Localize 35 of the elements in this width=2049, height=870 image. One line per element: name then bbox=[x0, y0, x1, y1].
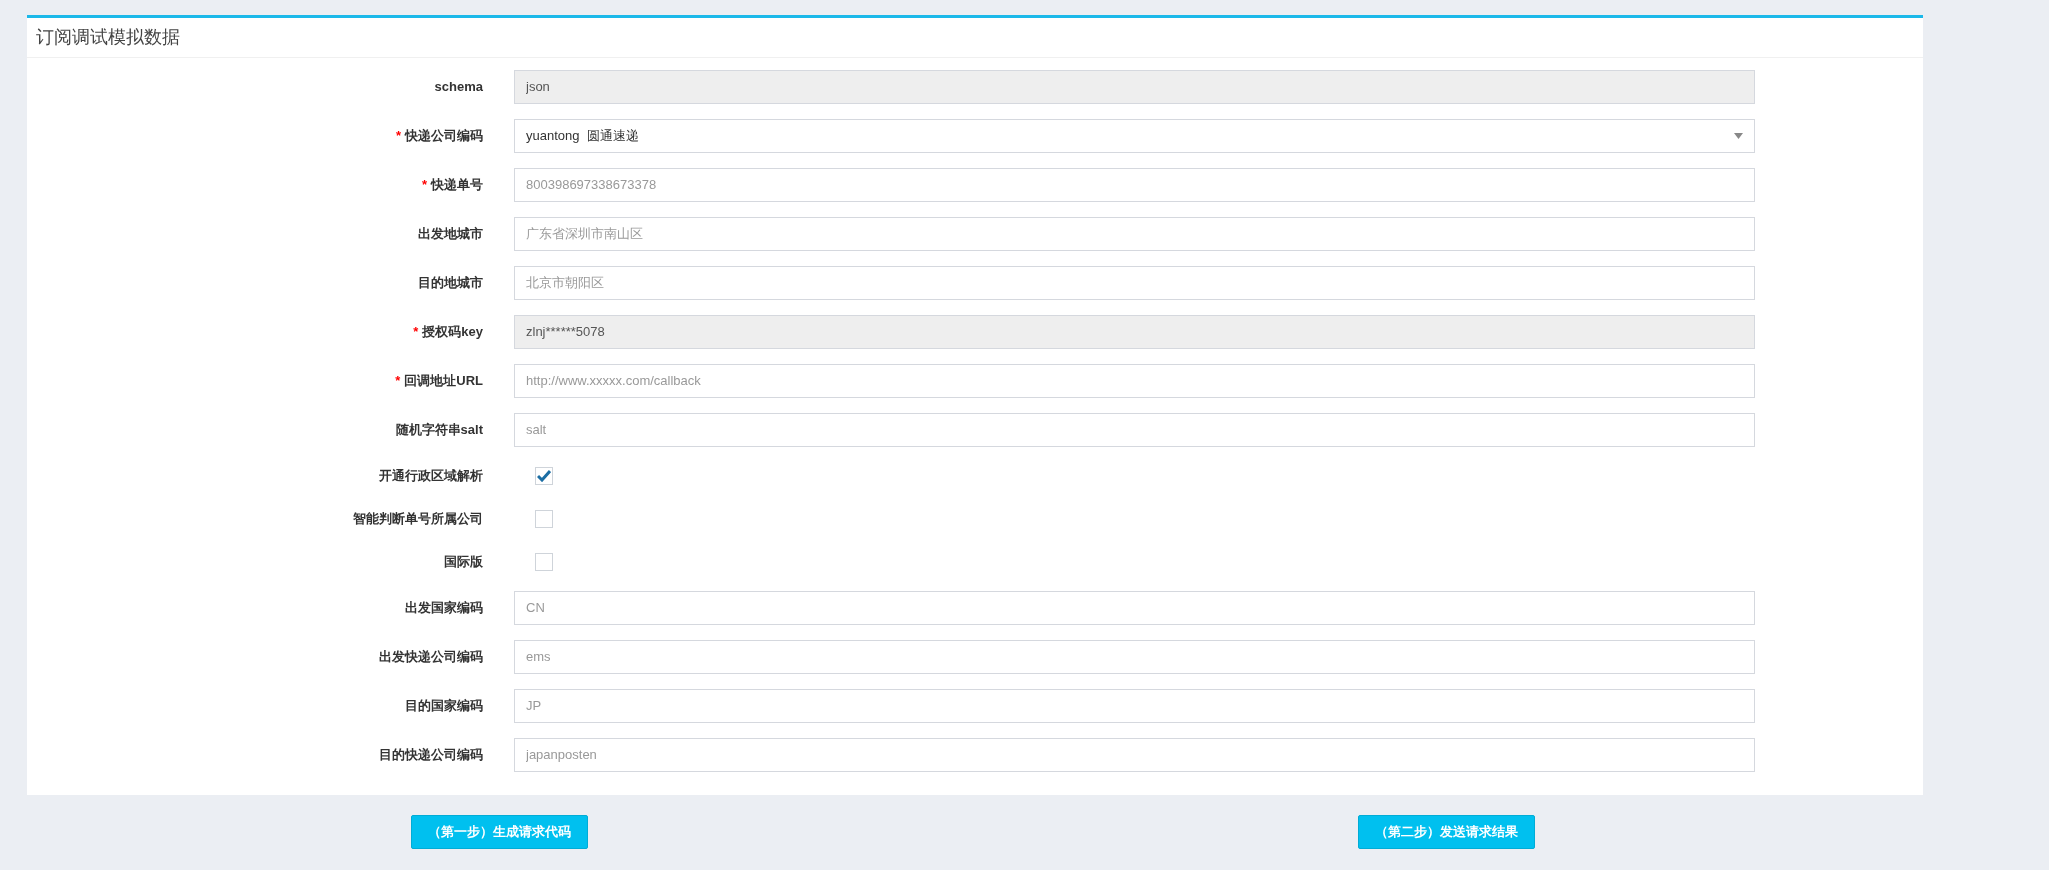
panel-title: 订阅调试模拟数据 bbox=[36, 26, 180, 49]
field-label: 目的国家编码 bbox=[405, 696, 483, 715]
field-label: 目的地城市 bbox=[418, 273, 483, 292]
required-mark: * bbox=[421, 175, 427, 194]
field-label: 出发地城市 bbox=[418, 224, 483, 243]
required-mark: * bbox=[395, 126, 401, 145]
input-field[interactable]: http://www.xxxxx.com/callback bbox=[514, 363, 1755, 398]
checkmark-icon bbox=[537, 469, 551, 482]
field-label: 快递公司编码 bbox=[405, 126, 483, 145]
checkbox[interactable] bbox=[535, 466, 553, 485]
input-field[interactable]: 北京市朝阳区 bbox=[514, 265, 1755, 300]
field-label: 快递单号 bbox=[431, 175, 483, 194]
field-label: 出发国家编码 bbox=[405, 598, 483, 617]
input-field[interactable]: JP bbox=[514, 688, 1755, 723]
required-mark: * bbox=[413, 322, 419, 341]
field-label: 国际版 bbox=[444, 552, 483, 571]
field-label: schema bbox=[434, 77, 483, 96]
input-field[interactable]: CN bbox=[514, 590, 1755, 625]
field-label: 智能判断单号所属公司 bbox=[353, 509, 483, 528]
checkbox[interactable] bbox=[535, 509, 553, 528]
field-label: 目的快递公司编码 bbox=[379, 745, 483, 764]
input-field[interactable]: japanposten bbox=[514, 737, 1755, 772]
input-field[interactable]: 800398697338673378 bbox=[514, 167, 1755, 202]
input-field[interactable]: ems bbox=[514, 639, 1755, 674]
field-label: 授权码key bbox=[422, 322, 483, 341]
dropdown-caret-icon bbox=[1734, 132, 1743, 139]
checkbox[interactable] bbox=[535, 552, 553, 571]
required-mark: * bbox=[395, 371, 401, 390]
input-field[interactable]: 广东省深圳市南山区 bbox=[514, 216, 1755, 251]
input-field[interactable]: salt bbox=[514, 412, 1755, 447]
field-label: 开通行政区域解析 bbox=[379, 466, 483, 485]
field-label: 回调地址URL bbox=[404, 371, 483, 390]
field-label: 随机字符串salt bbox=[395, 420, 483, 439]
field-label: 出发快递公司编码 bbox=[379, 647, 483, 666]
select-field[interactable]: yuantong 圆通速递 bbox=[514, 118, 1755, 153]
